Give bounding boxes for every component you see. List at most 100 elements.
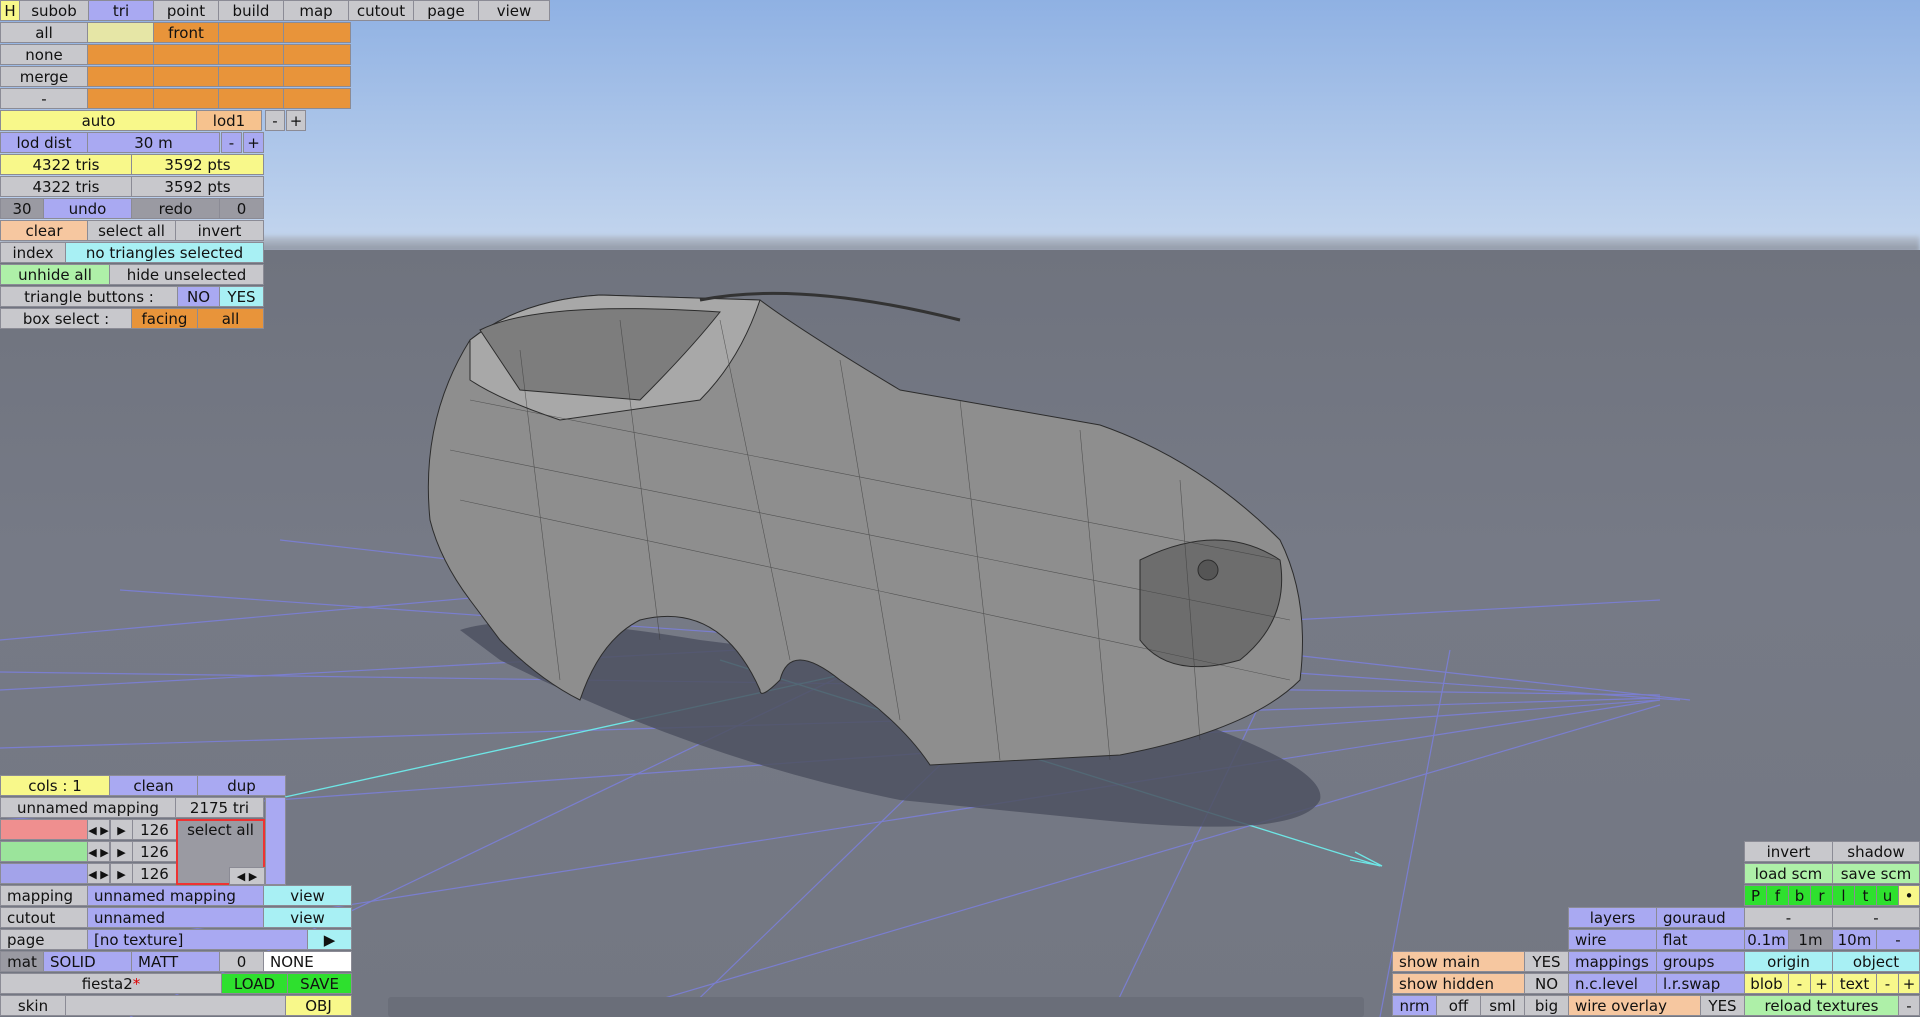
index-button[interactable]: index	[0, 242, 66, 263]
sel-cell[interactable]	[153, 88, 219, 109]
sml-button[interactable]: sml	[1480, 995, 1525, 1016]
sel-merge-button[interactable]: merge	[0, 66, 88, 87]
lod-plus-button[interactable]: +	[286, 110, 306, 131]
select-all-button[interactable]: select all	[87, 220, 176, 241]
groups-button[interactable]: groups	[1656, 951, 1745, 972]
viewport-3d[interactable]	[0, 0, 1920, 1017]
dash-button-2[interactable]: -	[1832, 907, 1920, 928]
text-minus-button[interactable]: -	[1876, 973, 1899, 994]
view-l-button[interactable]: l	[1832, 885, 1855, 906]
view-r-button[interactable]: r	[1810, 885, 1833, 906]
blob-plus-button[interactable]: +	[1810, 973, 1833, 994]
hide-unselected-button[interactable]: hide unselected	[109, 264, 264, 285]
sel-none-button[interactable]: none	[0, 44, 88, 65]
h-button[interactable]: H	[0, 0, 20, 21]
sel-all-button[interactable]: all	[0, 22, 88, 43]
mapping-scrollbar[interactable]	[265, 797, 286, 885]
view-dot-button[interactable]: •	[1898, 885, 1920, 906]
green-arrows-icon[interactable]: ◀ ▶	[87, 841, 110, 862]
text-button[interactable]: text	[1832, 973, 1877, 994]
sel-cell[interactable]	[153, 44, 219, 65]
mapping-value[interactable]: unnamed mapping	[87, 885, 264, 906]
blob-minus-button[interactable]: -	[1788, 973, 1811, 994]
box-select-all[interactable]: all	[197, 308, 264, 329]
sel-cell[interactable]	[87, 66, 154, 87]
tab-cutout[interactable]: cutout	[348, 0, 414, 21]
layers-button[interactable]: layers	[1568, 907, 1657, 928]
page-next-icon[interactable]: ▶	[307, 929, 352, 950]
mapping-name[interactable]: unnamed mapping	[0, 797, 176, 818]
sel-cell[interactable]	[283, 22, 351, 43]
mapping-view-button[interactable]: view	[263, 885, 352, 906]
text-plus-button[interactable]: +	[1898, 973, 1920, 994]
blue-arrows-icon[interactable]: ◀ ▶	[87, 863, 110, 884]
object-button[interactable]: object	[1832, 951, 1920, 972]
sel-cell[interactable]	[87, 22, 154, 43]
lod-dist-plus-button[interactable]: +	[243, 132, 264, 153]
mat-solid-button[interactable]: SOLID	[43, 951, 132, 972]
clean-button[interactable]: clean	[109, 775, 198, 796]
flat-button[interactable]: flat	[1656, 929, 1745, 950]
sel-cell[interactable]	[87, 88, 154, 109]
sel-cell[interactable]	[283, 66, 351, 87]
tab-map[interactable]: map	[283, 0, 349, 21]
red-slider[interactable]	[0, 819, 88, 840]
sel-front-button[interactable]: front	[153, 22, 219, 43]
red-left-arrow-icon[interactable]: ◀ ▶	[87, 819, 110, 840]
file-name[interactable]: fiesta2*	[0, 973, 222, 994]
lr-swap-button[interactable]: l.r.swap	[1656, 973, 1745, 994]
sel-cell[interactable]	[283, 44, 351, 65]
show-hidden-toggle[interactable]: NO	[1524, 973, 1569, 994]
green-slider[interactable]	[0, 841, 88, 862]
save-button[interactable]: SAVE	[287, 973, 352, 994]
sel-cell[interactable]	[218, 22, 284, 43]
mat-none-button[interactable]: NONE	[263, 951, 352, 972]
page-value[interactable]: [no texture]	[87, 929, 308, 950]
sel-cell[interactable]	[218, 44, 284, 65]
mat-number[interactable]: 0	[219, 951, 264, 972]
swatch-select-all-label[interactable]: select all	[187, 821, 254, 839]
reload-textures-button[interactable]: reload textures	[1744, 995, 1899, 1016]
origin-button[interactable]: origin	[1744, 951, 1833, 972]
nc-level-button[interactable]: n.c.level	[1568, 973, 1657, 994]
dash-button-1[interactable]: -	[1744, 907, 1833, 928]
swatch-arrows-icon[interactable]: ◀ ▶	[229, 867, 265, 885]
grid-0-1m-button[interactable]: 0.1m	[1744, 929, 1789, 950]
tab-subob[interactable]: subob	[19, 0, 89, 21]
lod-auto-button[interactable]: auto	[0, 110, 197, 131]
reload-minus-button[interactable]: -	[1898, 995, 1920, 1016]
lod-minus-button[interactable]: -	[265, 110, 285, 131]
tab-tri[interactable]: tri	[88, 0, 154, 21]
bottom-scrollbar[interactable]	[388, 997, 1364, 1017]
sel-cell[interactable]	[283, 88, 351, 109]
mappings-button[interactable]: mappings	[1568, 951, 1657, 972]
mat-matt-button[interactable]: MATT	[131, 951, 220, 972]
skin-field[interactable]	[65, 995, 286, 1016]
big-button[interactable]: big	[1524, 995, 1569, 1016]
off-button[interactable]: off	[1436, 995, 1481, 1016]
obj-button[interactable]: OBJ	[285, 995, 352, 1016]
view-b-button[interactable]: b	[1788, 885, 1811, 906]
wire-button[interactable]: wire	[1568, 929, 1657, 950]
tab-point[interactable]: point	[153, 0, 219, 21]
triangle-buttons-no[interactable]: NO	[177, 286, 220, 307]
view-u-button[interactable]: u	[1876, 885, 1899, 906]
sel-cell[interactable]	[218, 88, 284, 109]
red-right-arrow-icon[interactable]: ▶	[110, 819, 133, 840]
tab-view[interactable]: view	[478, 0, 550, 21]
invert-view-button[interactable]: invert	[1744, 841, 1833, 862]
green-right-arrow-icon[interactable]: ▶	[110, 841, 133, 862]
clear-button[interactable]: clear	[0, 220, 88, 241]
blue-slider[interactable]	[0, 863, 88, 884]
red-value[interactable]: 126	[132, 819, 177, 840]
blue-value[interactable]: 126	[132, 863, 177, 884]
green-value[interactable]: 126	[132, 841, 177, 862]
tab-build[interactable]: build	[218, 0, 284, 21]
save-scm-button[interactable]: save scm	[1832, 863, 1920, 884]
redo-button[interactable]: redo	[131, 198, 220, 219]
nrm-button[interactable]: nrm	[1392, 995, 1437, 1016]
view-p-button[interactable]: P	[1744, 885, 1767, 906]
view-t-button[interactable]: t	[1854, 885, 1877, 906]
grid-1m-button[interactable]: 1m	[1788, 929, 1833, 950]
grid-minus-button[interactable]: -	[1876, 929, 1920, 950]
